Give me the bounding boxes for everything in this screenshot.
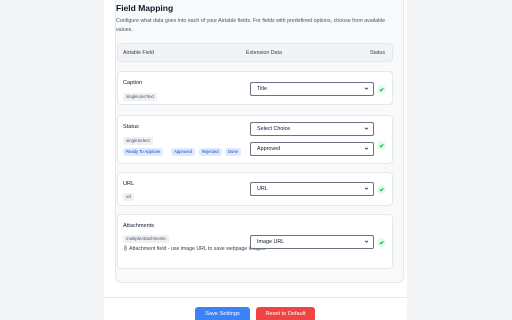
field-row-attachments: Attachments multipleAttachments Attachme… — [117, 214, 393, 269]
save-settings-button[interactable]: Save Settings — [195, 307, 250, 320]
field-name: Attachments — [123, 223, 155, 229]
header-airtable-field: Airtable Field — [123, 50, 154, 56]
table-header: Airtable Field Extension Data Status — [117, 43, 393, 62]
field-name: Status — [123, 124, 139, 130]
check-icon — [377, 85, 386, 94]
chevron-down-icon — [364, 147, 369, 150]
field-row-caption: Caption singleLineText Title — [117, 71, 393, 105]
field-name: URL — [123, 181, 135, 187]
field-row-url: URL url URL — [117, 172, 393, 206]
chevron-down-icon — [364, 187, 369, 190]
header-extension-data: Extension Data — [246, 50, 282, 56]
field-name: Caption — [123, 80, 143, 86]
paperclip-icon — [124, 245, 127, 251]
select-value: Title — [257, 86, 267, 92]
field-type-badge: singleSelect — [123, 137, 153, 145]
reset-to-default-button[interactable]: Reset to Default — [256, 307, 315, 320]
extension-data-select[interactable]: URL — [250, 182, 374, 196]
select-choice-select[interactable]: Select Choice — [250, 122, 374, 136]
field-type-badge: multipleAttachments — [123, 235, 169, 243]
option-chip: Rejected — [199, 148, 222, 156]
page-description: Configure what data goes into each of yo… — [116, 18, 386, 33]
option-chip: Ready To Approve — [123, 148, 164, 156]
option-value-select[interactable]: Approved — [250, 142, 374, 156]
option-chip: Approved — [171, 148, 195, 156]
field-row-status: Status singleSelect Ready To Approve App… — [117, 115, 393, 164]
chevron-down-icon — [364, 87, 369, 90]
attachment-note-text: Attachment field - use image URL to save… — [129, 246, 266, 252]
select-value: URL — [257, 186, 268, 192]
page-title: Field Mapping — [116, 3, 174, 13]
select-value: Approved — [257, 146, 281, 152]
option-chip: Done — [225, 148, 242, 156]
field-type-badge: url — [123, 193, 134, 201]
header-status: Status — [370, 50, 386, 56]
chevron-down-icon — [364, 127, 369, 130]
check-icon — [377, 185, 386, 194]
field-type-badge: singleLineText — [123, 93, 157, 101]
check-icon — [377, 141, 386, 150]
select-value: Image URL — [257, 239, 285, 245]
select-value: Select Choice — [257, 126, 291, 132]
extension-data-select[interactable]: Title — [250, 82, 374, 96]
check-icon — [377, 238, 386, 247]
footer-divider — [104, 297, 407, 298]
chevron-down-icon — [364, 240, 369, 243]
extension-data-select[interactable]: Image URL — [250, 235, 374, 249]
